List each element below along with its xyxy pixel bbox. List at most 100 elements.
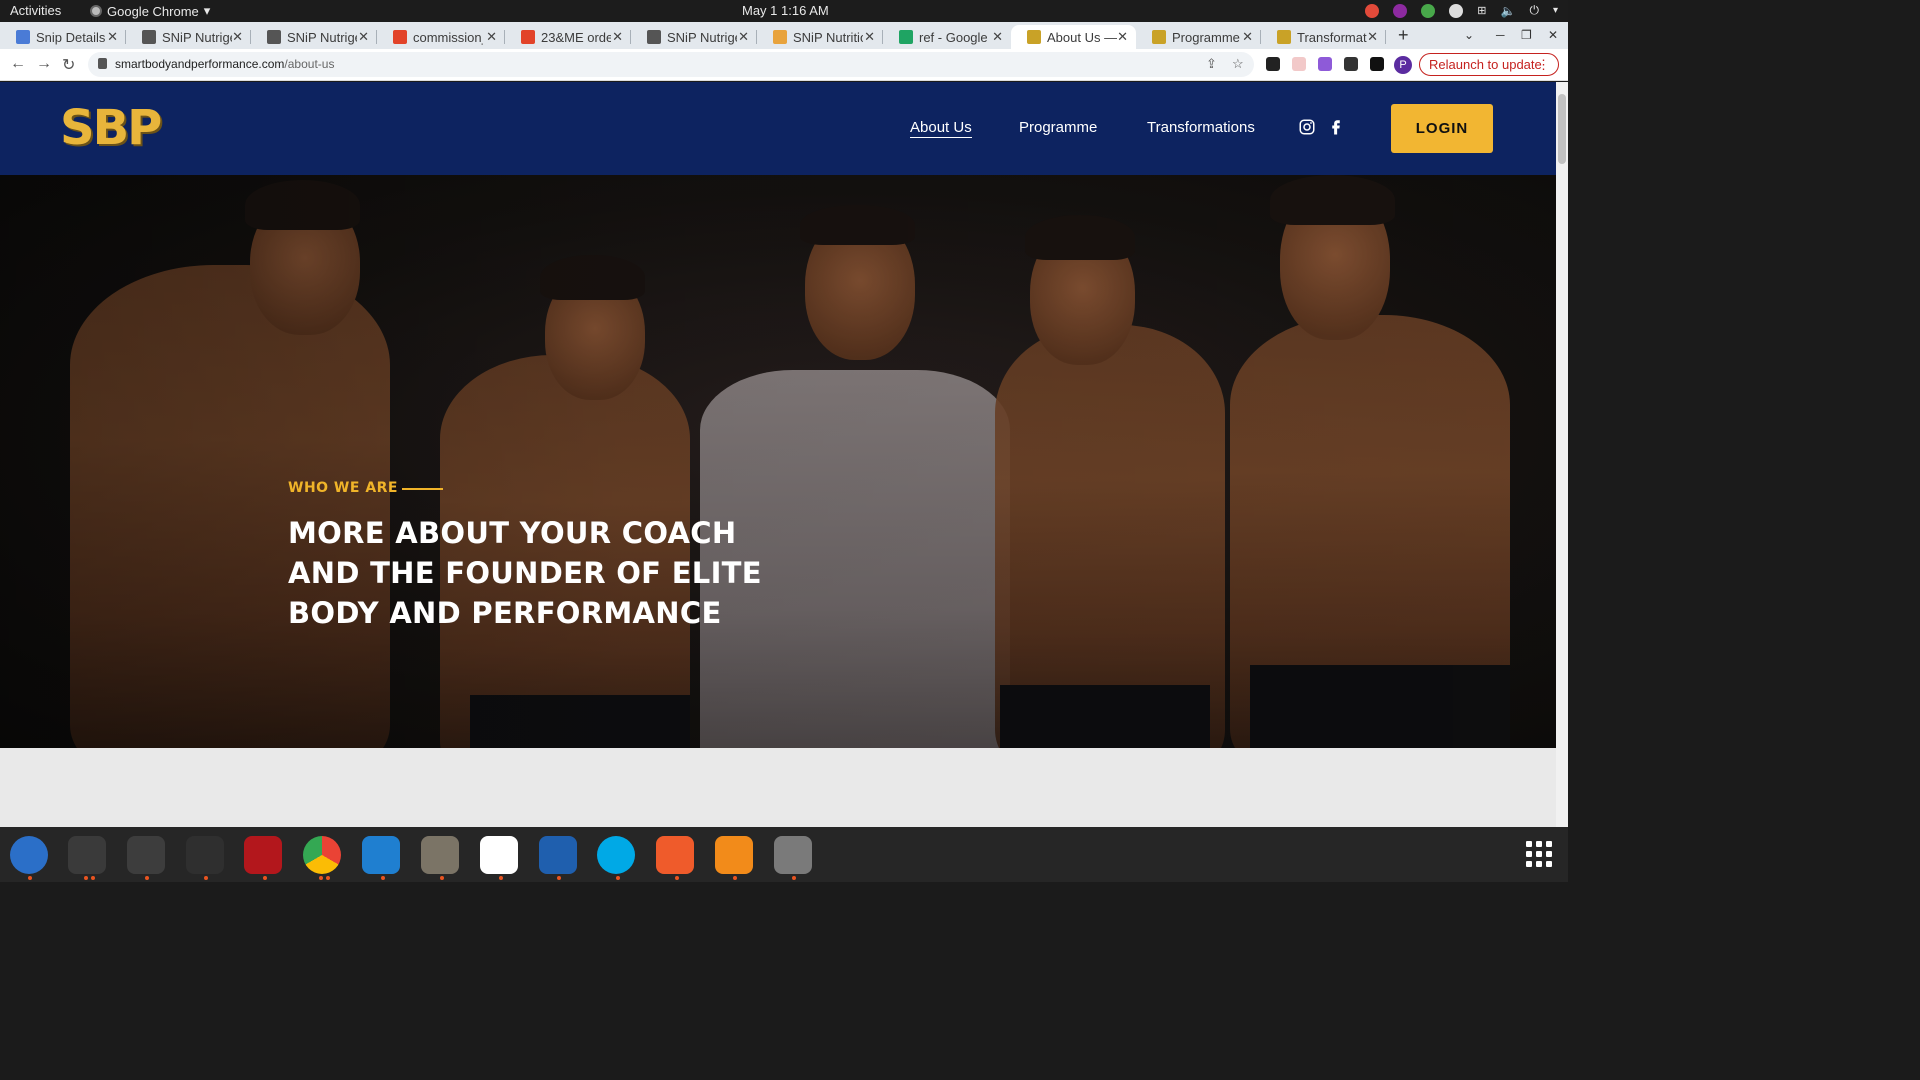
skype-icon[interactable] bbox=[597, 836, 635, 874]
chevron-down-icon[interactable]: ▾ bbox=[1553, 5, 1558, 16]
nav-about-us[interactable]: About Us bbox=[910, 119, 972, 138]
browser-tab[interactable]: SNiP Nutritio ✕ bbox=[757, 25, 883, 49]
system-monitor-icon[interactable] bbox=[186, 836, 224, 874]
browser-tab[interactable]: Transformat ✕ bbox=[1261, 25, 1386, 49]
tab-close-icon[interactable]: ✕ bbox=[738, 29, 749, 45]
tab-favicon-icon bbox=[773, 30, 787, 44]
browser-tab[interactable]: SNiP Nutrige ✕ bbox=[251, 25, 377, 49]
volume-icon[interactable]: 🔈 bbox=[1501, 4, 1516, 18]
tab-close-icon[interactable]: ✕ bbox=[1242, 29, 1253, 45]
minimize-icon[interactable]: ─ bbox=[1496, 28, 1505, 42]
nav-transformations[interactable]: Transformations bbox=[1147, 119, 1255, 136]
tab-favicon-icon bbox=[1027, 30, 1041, 44]
eyebrow-divider bbox=[402, 488, 443, 490]
disks-icon[interactable] bbox=[774, 836, 812, 874]
reload-icon[interactable]: ↻ bbox=[62, 55, 75, 75]
tab-title: About Us — bbox=[1047, 29, 1117, 45]
hero-title-line: BODY AND PERFORMANCE bbox=[288, 596, 722, 630]
browser-tab[interactable]: Programme - ✕ bbox=[1136, 25, 1261, 49]
system-top-bar: Activities Google Chrome ▾ May 1 1:16 AM… bbox=[0, 0, 1568, 22]
browser-tab[interactable]: About Us — ✕ bbox=[1011, 25, 1136, 49]
side-panel-icon[interactable] bbox=[1370, 57, 1384, 71]
filezilla-icon[interactable] bbox=[244, 836, 282, 874]
thunderbird-icon[interactable] bbox=[10, 836, 48, 874]
chrome-icon[interactable] bbox=[303, 836, 341, 874]
share-icon[interactable]: ⇪ bbox=[1206, 56, 1217, 72]
tab-favicon-icon bbox=[1152, 30, 1166, 44]
facebook-icon[interactable] bbox=[1327, 118, 1345, 136]
power-icon[interactable]: ⏻ bbox=[1529, 3, 1539, 18]
show-apps-icon[interactable] bbox=[1526, 841, 1552, 867]
postman-icon[interactable] bbox=[656, 836, 694, 874]
calculator-icon[interactable] bbox=[127, 836, 165, 874]
tab-close-icon[interactable]: ✕ bbox=[232, 29, 243, 45]
app-tray-icon[interactable] bbox=[1393, 3, 1408, 18]
update-tray-icon[interactable] bbox=[1421, 3, 1436, 18]
tab-close-icon[interactable]: ✕ bbox=[358, 29, 369, 45]
app-menu-label: Google Chrome bbox=[107, 3, 199, 19]
maximize-icon[interactable]: ❐ bbox=[1521, 28, 1532, 42]
pen-extension-icon[interactable] bbox=[1318, 57, 1332, 71]
terminal-icon[interactable] bbox=[68, 836, 106, 874]
tab-close-icon[interactable]: ✕ bbox=[107, 29, 118, 45]
nav-programme[interactable]: Programme bbox=[1019, 119, 1097, 136]
tab-close-icon[interactable]: ✕ bbox=[1367, 29, 1378, 45]
tab-strip: Snip Details - ✕ SNiP Nutrige ✕ SNiP Nutrige… bbox=[0, 22, 1568, 49]
close-window-icon[interactable]: ✕ bbox=[1548, 28, 1558, 42]
web-page: SBP About Us Programme Transformations L… bbox=[0, 82, 1556, 827]
tab-close-icon[interactable]: ✕ bbox=[1117, 29, 1128, 45]
tab-favicon-icon bbox=[1277, 30, 1291, 44]
relaunch-button[interactable]: Relaunch to update ⋮ bbox=[1419, 53, 1559, 76]
browser-tab[interactable]: SNiP Nutrige ✕ bbox=[126, 25, 251, 49]
tab-favicon-icon bbox=[647, 30, 661, 44]
extensions-puzzle-icon[interactable] bbox=[1344, 57, 1358, 71]
address-bar[interactable]: smartbodyandperformance.com/about-us ⇪ ☆ bbox=[88, 52, 1254, 77]
tab-favicon-icon bbox=[16, 30, 30, 44]
clock[interactable]: May 1 1:16 AM bbox=[742, 3, 829, 18]
tab-favicon-icon bbox=[142, 30, 156, 44]
chrome-app-icon bbox=[90, 5, 102, 17]
tab-close-icon[interactable]: ✕ bbox=[486, 29, 497, 45]
app-menu[interactable]: Google Chrome ▾ bbox=[90, 3, 210, 19]
network-icon[interactable]: ⊞ bbox=[1477, 4, 1486, 17]
browser-tab[interactable]: commission_ ✕ bbox=[377, 25, 505, 49]
eyedropper-extension-icon[interactable] bbox=[1266, 57, 1280, 71]
bookmark-star-icon[interactable]: ☆ bbox=[1232, 56, 1244, 72]
chrome-tray-icon[interactable] bbox=[1365, 3, 1380, 18]
scrollbar-thumb[interactable] bbox=[1558, 94, 1566, 164]
browser-tab[interactable]: SNiP Nutrige ✕ bbox=[631, 25, 757, 49]
relaunch-label: Relaunch to update bbox=[1429, 57, 1542, 72]
more-menu-icon[interactable]: ⋮ bbox=[1537, 54, 1550, 75]
site-header: SBP About Us Programme Transformations L… bbox=[0, 82, 1556, 175]
activities-button[interactable]: Activities bbox=[10, 3, 61, 18]
tab-title: SNiP Nutrige bbox=[287, 29, 357, 45]
site-logo[interactable]: SBP bbox=[60, 100, 162, 156]
page-scrollbar[interactable] bbox=[1556, 82, 1568, 827]
tray-status-icon[interactable] bbox=[1449, 3, 1464, 18]
back-icon[interactable]: ← bbox=[10, 55, 26, 73]
lock-icon[interactable] bbox=[98, 58, 107, 69]
browser-tab[interactable]: Snip Details - ✕ bbox=[0, 25, 126, 49]
browser-tab[interactable]: 23&ME order ✕ bbox=[505, 25, 631, 49]
hero-eyebrow: WHO WE ARE bbox=[288, 480, 398, 496]
profile-avatar[interactable]: P bbox=[1394, 56, 1412, 74]
extension-icon[interactable] bbox=[1292, 57, 1306, 71]
files-icon[interactable] bbox=[421, 836, 459, 874]
tab-close-icon[interactable]: ✕ bbox=[992, 29, 1003, 45]
blender-icon[interactable] bbox=[715, 836, 753, 874]
tab-title: Snip Details - bbox=[36, 29, 106, 45]
new-tab-button[interactable]: + bbox=[1398, 25, 1409, 46]
libreoffice-writer-icon[interactable] bbox=[539, 836, 577, 874]
tab-close-icon[interactable]: ✕ bbox=[864, 29, 875, 45]
tab-search-icon[interactable]: ⌄ bbox=[1464, 28, 1474, 42]
tab-close-icon[interactable]: ✕ bbox=[612, 29, 623, 45]
url-path: /about-us bbox=[284, 57, 335, 71]
vscode-icon[interactable] bbox=[362, 836, 400, 874]
instagram-icon[interactable] bbox=[1298, 118, 1316, 136]
browser-tab[interactable]: ref - Google S✕ bbox=[883, 25, 1011, 49]
text-editor-icon[interactable] bbox=[480, 836, 518, 874]
login-button[interactable]: LOGIN bbox=[1391, 104, 1493, 153]
forward-icon[interactable]: → bbox=[36, 55, 52, 73]
tab-title: Programme - bbox=[1172, 29, 1242, 45]
tab-title: 23&ME order bbox=[541, 29, 611, 45]
